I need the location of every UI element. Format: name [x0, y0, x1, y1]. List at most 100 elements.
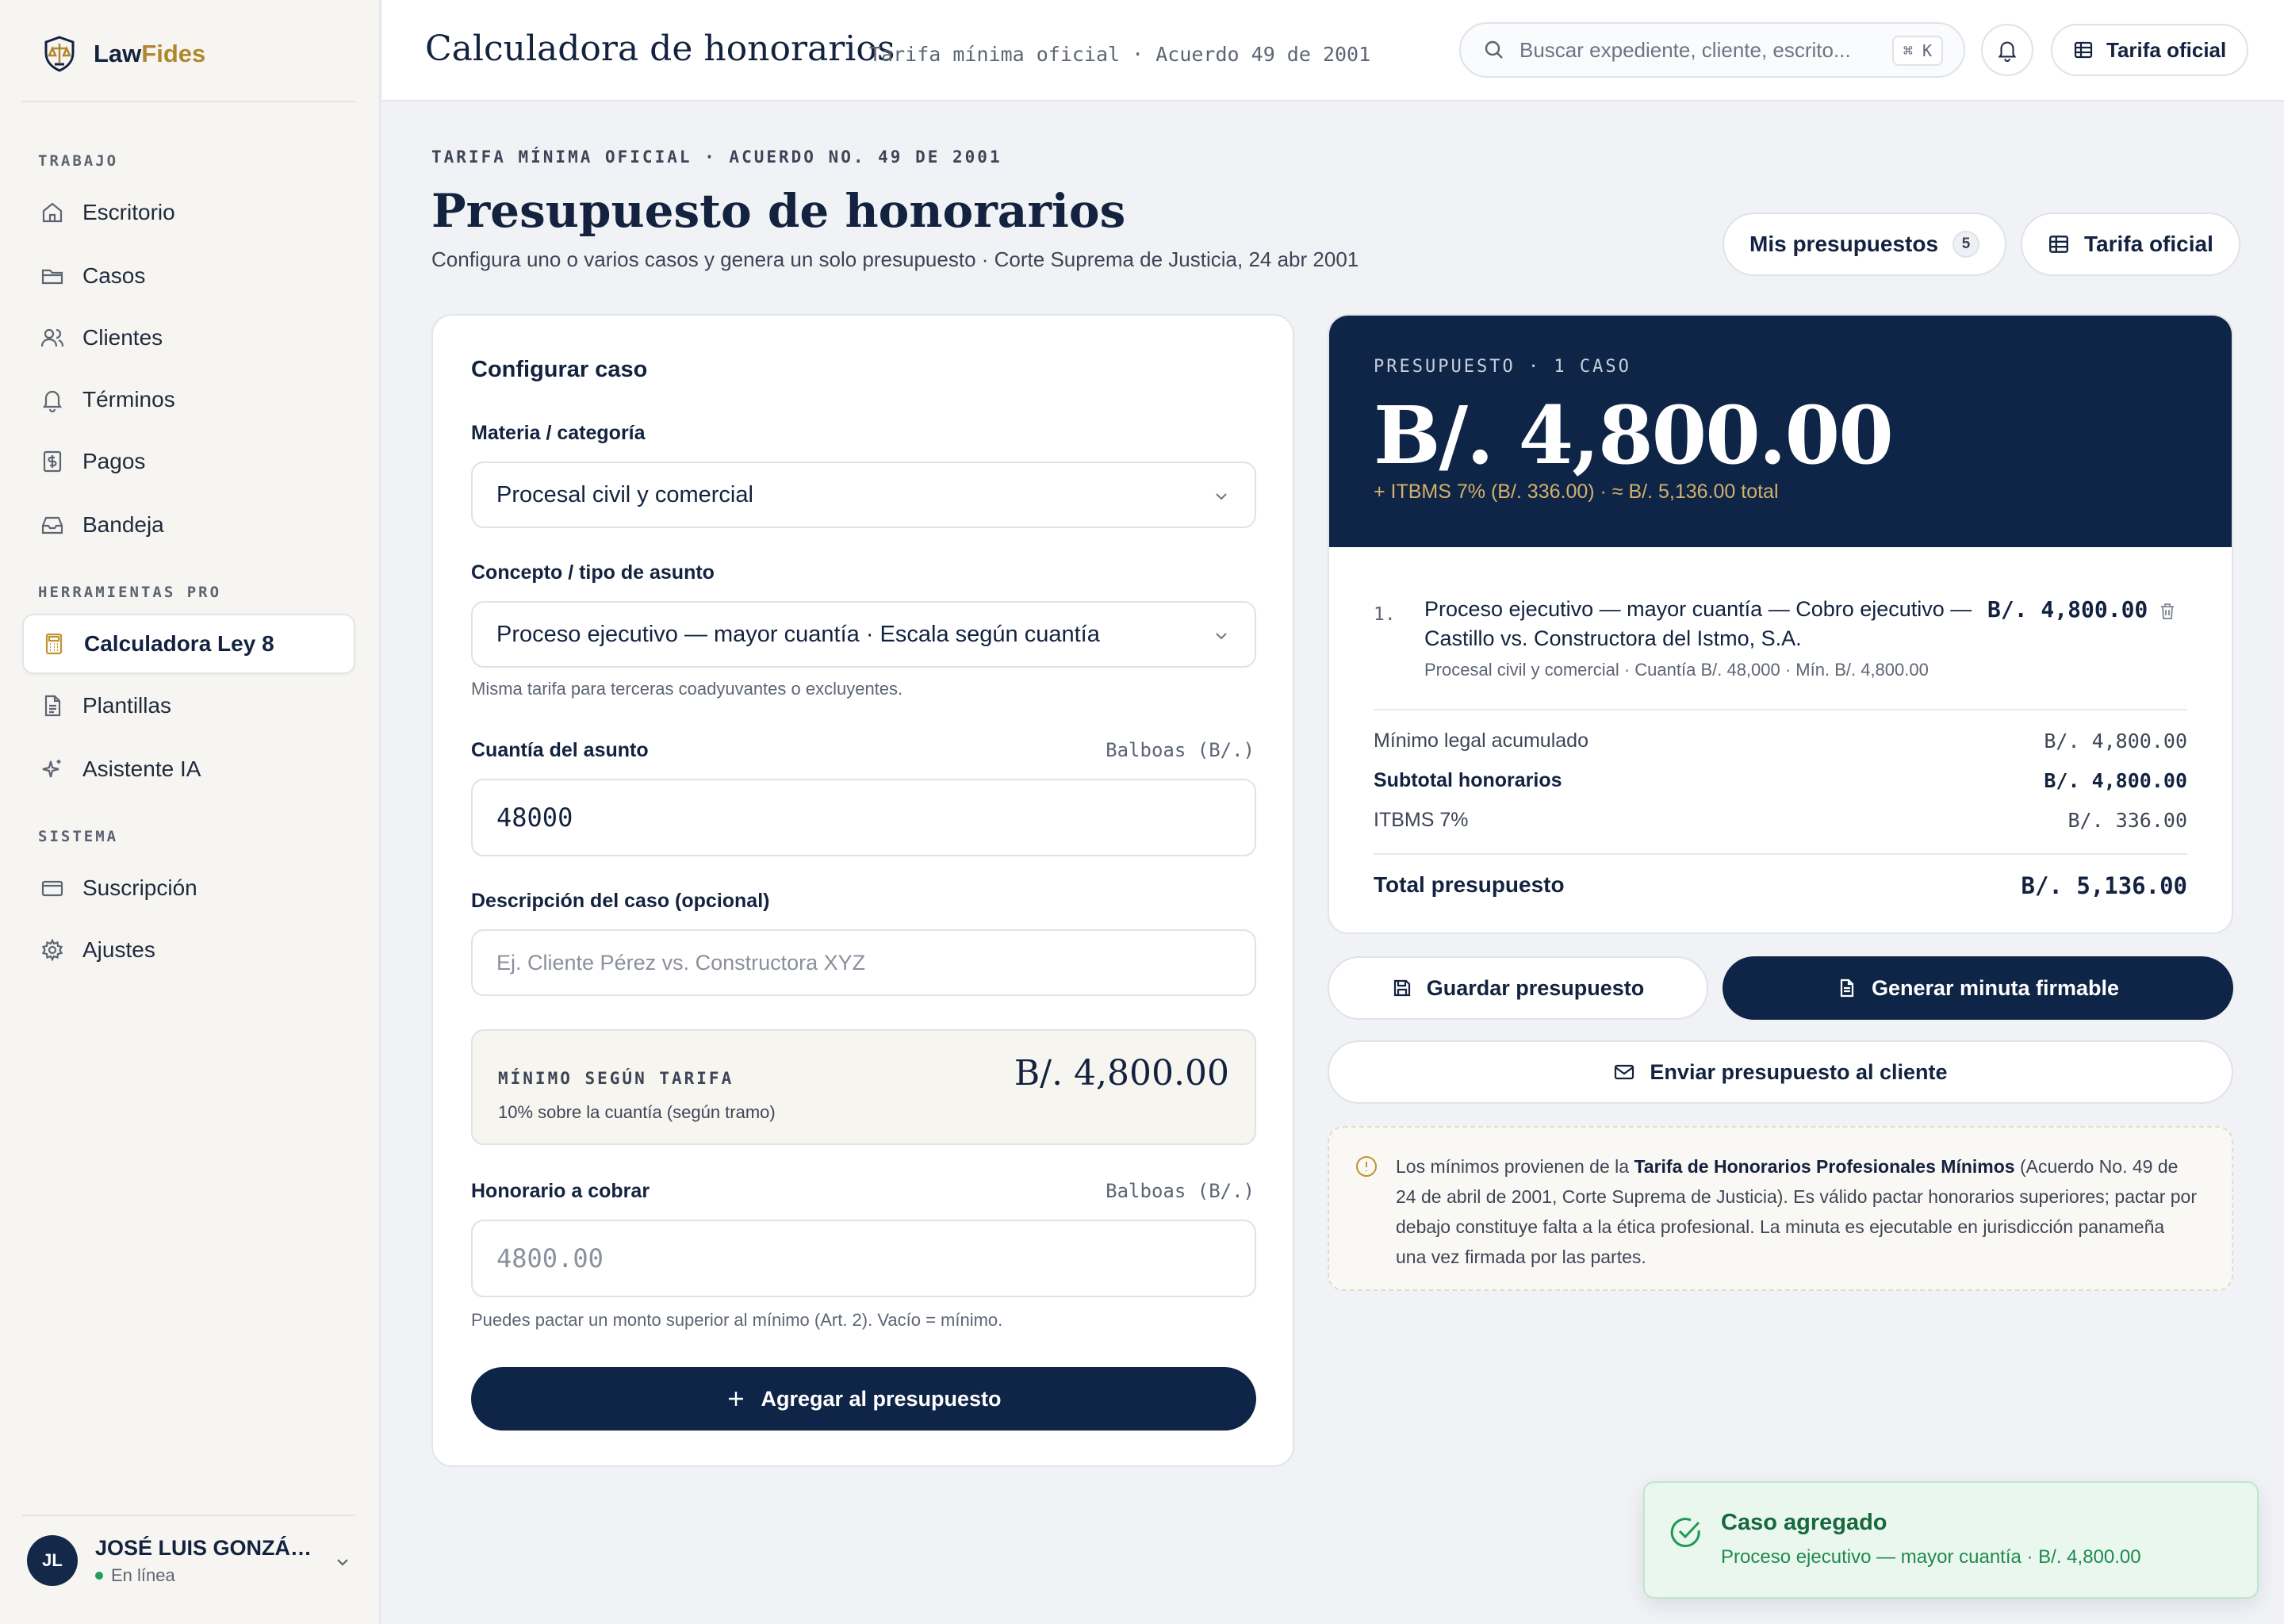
- page-title: Presupuesto de honorarios: [431, 184, 1126, 238]
- button-label: Agregar al presupuesto: [761, 1386, 1002, 1411]
- user-status: En línea: [95, 1565, 317, 1586]
- concepto-label: Concepto / tipo de asunto: [471, 561, 715, 584]
- cuantia-input[interactable]: [471, 779, 1256, 856]
- mis-presupuestos-button[interactable]: Mis presupuestos 5: [1723, 213, 2007, 276]
- credit-card-icon: [40, 875, 65, 901]
- shield-scales-icon: [40, 34, 79, 74]
- card-title: Configurar caso: [471, 357, 648, 382]
- topbar-subtitle: Tarifa mínima oficial · Acuerdo 49 de 20…: [869, 43, 1371, 66]
- item-meta: Procesal civil y comercial · Cuantía B/.…: [1424, 660, 1929, 680]
- check-circle-icon: [1669, 1515, 1703, 1549]
- minimo-tarifa-box: MÍNIMO SEGÚN TARIFA 10% sobre la cuantía…: [471, 1029, 1256, 1145]
- descripcion-label: Descripción del caso (opcional): [471, 890, 770, 912]
- sidebar-item-label: Clientes: [82, 325, 163, 350]
- save-icon: [1392, 978, 1412, 998]
- tarifa-oficial-button[interactable]: Tarifa oficial: [2051, 24, 2249, 76]
- generar-minuta-button[interactable]: Generar minuta firmable: [1723, 956, 2233, 1020]
- section-label-herramientas: HERRAMIENTAS PRO: [38, 584, 222, 601]
- honorario-input[interactable]: [471, 1220, 1256, 1297]
- info-icon: [1355, 1155, 1378, 1178]
- button-label: Enviar presupuesto al cliente: [1650, 1059, 1948, 1084]
- chevron-down-icon: [1212, 487, 1231, 506]
- divider: [1374, 853, 2187, 855]
- tarifa-oficial-header-button[interactable]: Tarifa oficial: [2021, 213, 2240, 276]
- brand-logo[interactable]: LawFides: [40, 32, 205, 76]
- concepto-select[interactable]: Proceso ejecutivo — mayor cuantía · Esca…: [471, 601, 1256, 668]
- table-icon: [2048, 233, 2070, 255]
- minimo-row: Mínimo legal acumulado B/. 4,800.00: [1374, 730, 2187, 753]
- sidebar-item-ajustes[interactable]: Ajustes: [22, 920, 355, 980]
- sidebar-item-label: Términos: [82, 387, 175, 412]
- cuantia-label: Cuantía del asunto: [471, 739, 649, 761]
- calculator-icon: [41, 631, 67, 657]
- divider: [22, 1515, 355, 1516]
- presupuesto-card: PRESUPUESTO · 1 CASO B/. 4,800.00 + ITBM…: [1328, 314, 2233, 934]
- concepto-hint: Misma tarifa para terceras coadyuvantes …: [471, 679, 903, 699]
- search-shortcut: ⌘ K: [1891, 36, 1943, 66]
- sidebar-item-label: Ajustes: [82, 937, 155, 962]
- sidebar-item-label: Escritorio: [82, 200, 175, 224]
- sidebar-item-casos[interactable]: Casos: [22, 246, 355, 306]
- item-amount: B/. 4,800.00: [1987, 596, 2148, 622]
- minimo-label: MÍNIMO SEGÚN TARIFA: [498, 1069, 734, 1088]
- button-label: Mis presupuestos: [1749, 232, 1939, 256]
- search-icon: [1483, 39, 1505, 61]
- item-number: 1.: [1374, 604, 1396, 625]
- notifications-button[interactable]: [1981, 24, 2033, 76]
- toast-notification: Caso agregado Proceso ejecutivo — mayor …: [1643, 1481, 2259, 1599]
- tax-note: + ITBMS 7% (B/. 336.00) · ≈ B/. 5,136.00…: [1374, 481, 1779, 503]
- sidebar-item-label: Pagos: [82, 449, 146, 473]
- presupuesto-total: B/. 4,800.00: [1374, 389, 1894, 482]
- topbar: Calculadora de honorarios Tarifa mínima …: [382, 0, 2284, 102]
- mail-icon: [1613, 1061, 1635, 1083]
- honorario-unit: Balboas (B/.): [1106, 1180, 1255, 1202]
- toast-title: Caso agregado: [1721, 1510, 1887, 1535]
- button-label: Generar minuta firmable: [1871, 975, 2120, 1000]
- sidebar-item-plantillas[interactable]: Plantillas: [22, 676, 355, 736]
- sidebar-item-pagos[interactable]: Pagos: [22, 431, 355, 492]
- materia-select[interactable]: Procesal civil y comercial: [471, 462, 1256, 528]
- sidebar-item-escritorio[interactable]: Escritorio: [22, 182, 355, 243]
- search-input[interactable]: [1519, 37, 1868, 63]
- toast-message: Proceso ejecutivo — mayor cuantía · B/. …: [1721, 1546, 2141, 1568]
- sidebar-item-label: Suscripción: [82, 875, 197, 900]
- sidebar-item-label: Casos: [82, 263, 146, 288]
- sidebar-item-asistente-ia[interactable]: Asistente IA: [22, 739, 355, 799]
- document-icon: [40, 693, 65, 718]
- trash-icon[interactable]: [2157, 601, 2178, 622]
- chevron-down-icon: [1212, 626, 1231, 645]
- sidebar-item-label: Calculadora Ley 8: [84, 631, 274, 656]
- info-notice: Los mínimos provienen de la Tarifa de Ho…: [1328, 1126, 2233, 1291]
- chevron-down-icon[interactable]: [333, 1553, 352, 1572]
- sidebar-item-terminos[interactable]: Términos: [22, 370, 355, 430]
- button-label: Tarifa oficial: [2106, 37, 2227, 62]
- sidebar-item-suscripcion[interactable]: Suscripción: [22, 858, 355, 918]
- divider: [1374, 709, 2187, 710]
- configurar-caso-card: Configurar caso Materia / categoría Proc…: [431, 314, 1294, 1467]
- sidebar-item-calculadora[interactable]: Calculadora Ley 8: [22, 614, 355, 674]
- sidebar-item-bandeja[interactable]: Bandeja: [22, 495, 355, 555]
- sidebar: LawFides TRABAJO Escritorio Casos Client…: [0, 0, 381, 1624]
- select-value: Procesal civil y comercial: [496, 481, 753, 508]
- search-bar[interactable]: ⌘ K: [1459, 22, 1965, 78]
- page-eyebrow: TARIFA MÍNIMA OFICIAL · ACUERDO NO. 49 D…: [431, 147, 1002, 167]
- sidebar-item-label: Asistente IA: [82, 756, 201, 781]
- sidebar-item-label: Bandeja: [82, 512, 164, 537]
- select-value: Proceso ejecutivo — mayor cuantía · Esca…: [496, 621, 1100, 647]
- total-row: Total presupuesto B/. 5,136.00: [1374, 872, 2187, 899]
- avatar: JL: [27, 1535, 78, 1586]
- user-menu[interactable]: JL JOSÉ LUIS GONZÁLEZ En línea: [27, 1535, 360, 1586]
- presupuesto-header: PRESUPUESTO · 1 CASO B/. 4,800.00 + ITBM…: [1329, 316, 2232, 547]
- section-label-trabajo: TRABAJO: [38, 152, 119, 170]
- sidebar-item-clientes[interactable]: Clientes: [22, 308, 355, 368]
- presupuesto-eyebrow: PRESUPUESTO · 1 CASO: [1374, 357, 1631, 377]
- descripcion-input[interactable]: [471, 929, 1256, 996]
- page-subtitle: Configura uno o varios casos y genera un…: [431, 247, 1359, 271]
- agregar-presupuesto-button[interactable]: Agregar al presupuesto: [471, 1367, 1256, 1431]
- enviar-presupuesto-button[interactable]: Enviar presupuesto al cliente: [1328, 1040, 2233, 1104]
- users-icon: [40, 325, 65, 350]
- home-icon: [40, 200, 65, 225]
- guardar-presupuesto-button[interactable]: Guardar presupuesto: [1328, 956, 1708, 1020]
- dollar-doc-icon: [40, 449, 65, 474]
- subtotal-row: Subtotal honorarios B/. 4,800.00: [1374, 769, 2187, 792]
